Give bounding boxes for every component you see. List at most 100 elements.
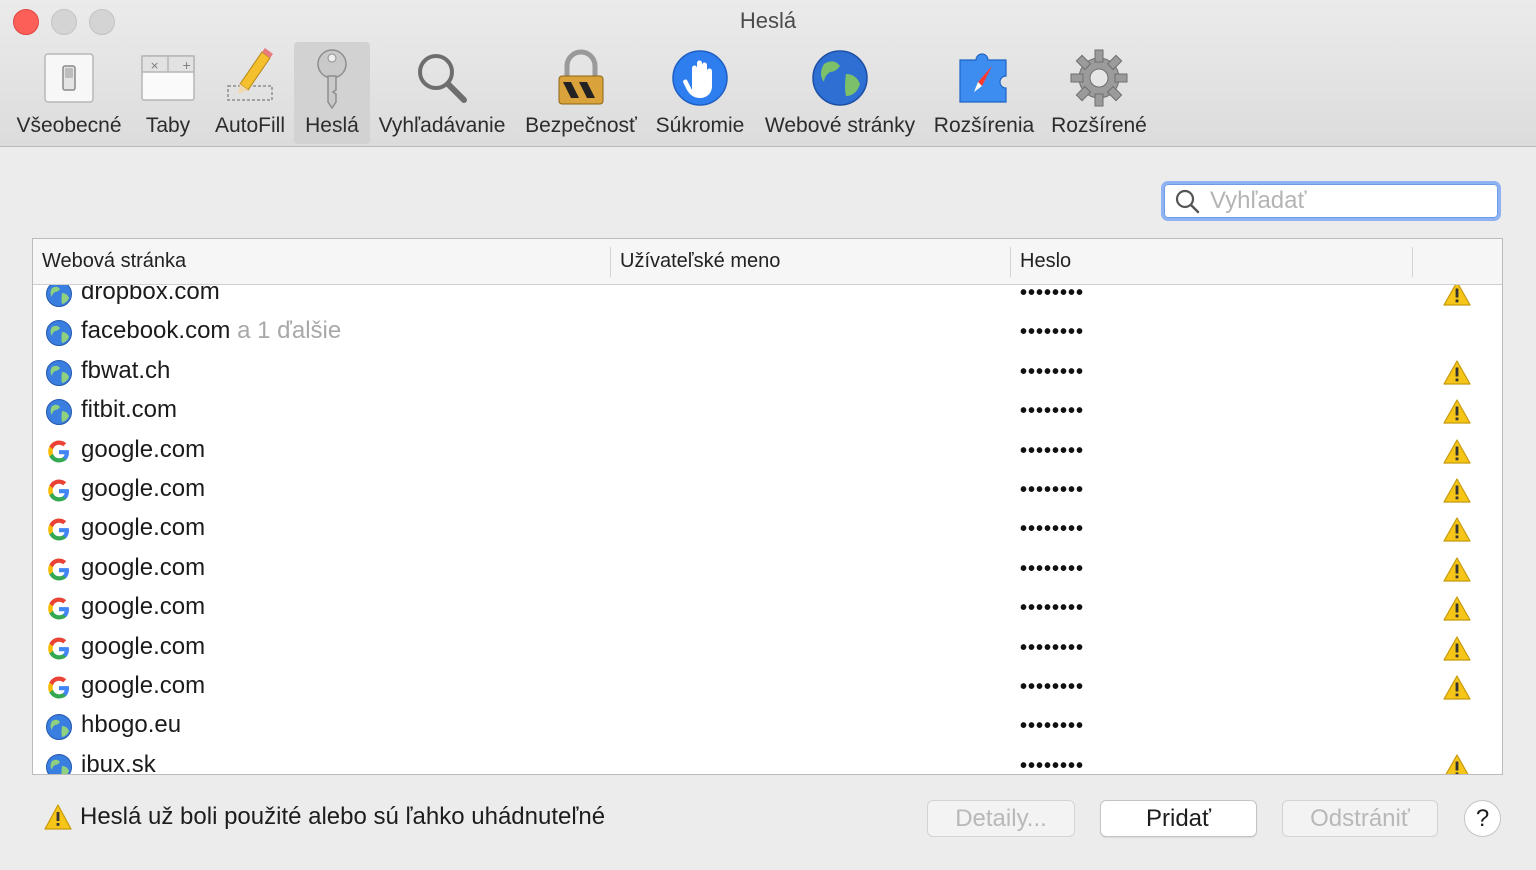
table-row[interactable]: google.com •••••••• bbox=[33, 471, 1502, 510]
globe-icon bbox=[812, 50, 868, 106]
additional-sites-note: a 1 ďalšie bbox=[230, 317, 342, 345]
tab-bezpecnost[interactable]: Bezpečnosť bbox=[520, 42, 642, 144]
tab-taby[interactable]: × + Taby bbox=[136, 42, 200, 144]
table-row[interactable]: google.com •••••••• bbox=[33, 629, 1502, 668]
website-cell: facebook.com a 1 ďalšie bbox=[81, 317, 341, 345]
google-icon bbox=[48, 518, 69, 541]
globe-icon bbox=[46, 359, 72, 386]
table-row[interactable]: google.com •••••••• bbox=[33, 589, 1502, 628]
warning-icon[interactable] bbox=[1442, 556, 1472, 583]
table-row[interactable]: fbwat.ch •••••••• bbox=[33, 353, 1502, 392]
password-cell: •••••••• bbox=[1020, 321, 1085, 344]
switch-icon bbox=[44, 53, 94, 103]
table-row[interactable]: dropbox.com •••••••• bbox=[33, 285, 1502, 313]
table-row[interactable]: ibux.sk •••••••• bbox=[33, 747, 1502, 775]
tab-label: Súkromie bbox=[655, 114, 745, 137]
warning-icon[interactable] bbox=[1442, 674, 1472, 701]
table-row[interactable]: google.com •••••••• bbox=[33, 432, 1502, 471]
column-divider[interactable] bbox=[610, 247, 611, 277]
tab-vyhladavanie[interactable]: Vyhľadávanie bbox=[374, 42, 510, 144]
key-icon bbox=[317, 49, 347, 110]
tab-rozsirenia[interactable]: Rozšírenia bbox=[930, 42, 1038, 144]
password-cell: •••••••• bbox=[1020, 636, 1085, 659]
password-cell: •••••••• bbox=[1020, 400, 1085, 423]
website-cell: google.com bbox=[81, 633, 205, 661]
title-bar: Heslá Všeobecné × + Taby AutoFill Heslá … bbox=[0, 0, 1536, 147]
warning-icon bbox=[44, 804, 72, 830]
tab-hesla[interactable]: Heslá bbox=[294, 42, 370, 144]
warning-icon[interactable] bbox=[1442, 438, 1472, 465]
tab-webove-stranky[interactable]: Webové stránky bbox=[758, 42, 922, 144]
website-cell: dropbox.com bbox=[81, 285, 220, 306]
add-button[interactable]: Pridať bbox=[1100, 800, 1257, 837]
passwords-table[interactable]: Webová stránka Užívateľské meno Heslo dr… bbox=[32, 238, 1503, 775]
tab-label: Vyhľadávanie bbox=[378, 114, 506, 137]
password-cell: •••••••• bbox=[1020, 439, 1085, 462]
google-icon bbox=[48, 676, 69, 699]
website-name: google.com bbox=[81, 632, 206, 660]
tab-label: Heslá bbox=[305, 114, 359, 137]
tab-rozsirene[interactable]: Rozšírené bbox=[1046, 42, 1152, 144]
google-icon bbox=[48, 479, 69, 502]
warning-icon[interactable] bbox=[1442, 398, 1472, 425]
lock-icon bbox=[558, 49, 604, 105]
tab-autofill[interactable]: AutoFill bbox=[210, 42, 290, 144]
table-row[interactable]: fitbit.com •••••••• bbox=[33, 392, 1502, 431]
search-icon bbox=[1175, 189, 1200, 214]
password-cell: •••••••• bbox=[1020, 557, 1085, 580]
puzzle-icon bbox=[959, 53, 1007, 103]
weak-password-notice: Heslá už boli použité alebo sú ľahko uhá… bbox=[80, 803, 606, 830]
warning-icon[interactable] bbox=[1442, 753, 1472, 775]
password-cell: •••••••• bbox=[1020, 518, 1085, 541]
tab-label: Rozšírené bbox=[1051, 114, 1147, 137]
svg-text:×: × bbox=[150, 59, 159, 72]
warning-icon[interactable] bbox=[1442, 635, 1472, 662]
table-row[interactable]: facebook.com a 1 ďalšie •••••••• bbox=[33, 313, 1502, 352]
tab-label: Rozšírenia bbox=[933, 114, 1035, 137]
column-header-website[interactable]: Webová stránka bbox=[42, 250, 186, 273]
google-icon bbox=[48, 558, 69, 581]
globe-icon bbox=[46, 399, 72, 426]
remove-button[interactable]: Odstrániť bbox=[1282, 800, 1438, 837]
warning-icon[interactable] bbox=[1442, 595, 1472, 622]
warning-icon[interactable] bbox=[1442, 359, 1472, 386]
website-name: fitbit.com bbox=[81, 396, 178, 424]
globe-icon bbox=[46, 320, 72, 347]
search-field[interactable] bbox=[1161, 181, 1501, 221]
magnifier-icon bbox=[418, 54, 467, 103]
warning-icon[interactable] bbox=[1442, 477, 1472, 504]
table-body: dropbox.com •••••••• facebook.com a 1 ďalš… bbox=[33, 285, 1502, 775]
website-cell: google.com bbox=[81, 593, 205, 621]
google-icon bbox=[48, 637, 69, 660]
warning-icon[interactable] bbox=[1442, 285, 1472, 307]
tabs-icon: × + bbox=[141, 55, 195, 101]
tab-sukromie[interactable]: Súkromie bbox=[650, 42, 750, 144]
password-cell: •••••••• bbox=[1020, 676, 1085, 698]
search-input[interactable] bbox=[1208, 186, 1482, 216]
table-row[interactable]: google.com •••••••• bbox=[33, 510, 1502, 549]
website-cell: google.com bbox=[81, 554, 205, 582]
column-divider[interactable] bbox=[1010, 247, 1011, 277]
globe-icon bbox=[46, 285, 72, 307]
column-header-password[interactable]: Heslo bbox=[1020, 250, 1071, 273]
website-name: hbogo.eu bbox=[81, 711, 182, 739]
table-row[interactable]: hbogo.eu •••••••• bbox=[33, 707, 1502, 746]
column-divider[interactable] bbox=[1412, 247, 1413, 277]
table-row[interactable]: google.com •••••••• bbox=[33, 550, 1502, 589]
website-name: google.com bbox=[81, 672, 206, 699]
tab-label: Všeobecné bbox=[16, 114, 122, 137]
password-cell: •••••••• bbox=[1020, 285, 1085, 304]
help-button[interactable]: ? bbox=[1464, 800, 1501, 837]
tab-vseobecne[interactable]: Všeobecné bbox=[8, 42, 130, 144]
globe-icon bbox=[46, 714, 72, 741]
website-cell: fbwat.ch bbox=[81, 357, 170, 385]
warning-icon[interactable] bbox=[1442, 516, 1472, 543]
window-title: Heslá bbox=[739, 8, 797, 33]
details-button[interactable]: Detaily... bbox=[927, 800, 1075, 837]
pencil-icon bbox=[227, 48, 273, 101]
website-cell: google.com bbox=[81, 672, 205, 700]
website-name: google.com bbox=[81, 435, 206, 463]
website-cell: google.com bbox=[81, 436, 205, 464]
column-header-username[interactable]: Užívateľské meno bbox=[620, 250, 780, 273]
table-row[interactable]: google.com •••••••• bbox=[33, 668, 1502, 707]
